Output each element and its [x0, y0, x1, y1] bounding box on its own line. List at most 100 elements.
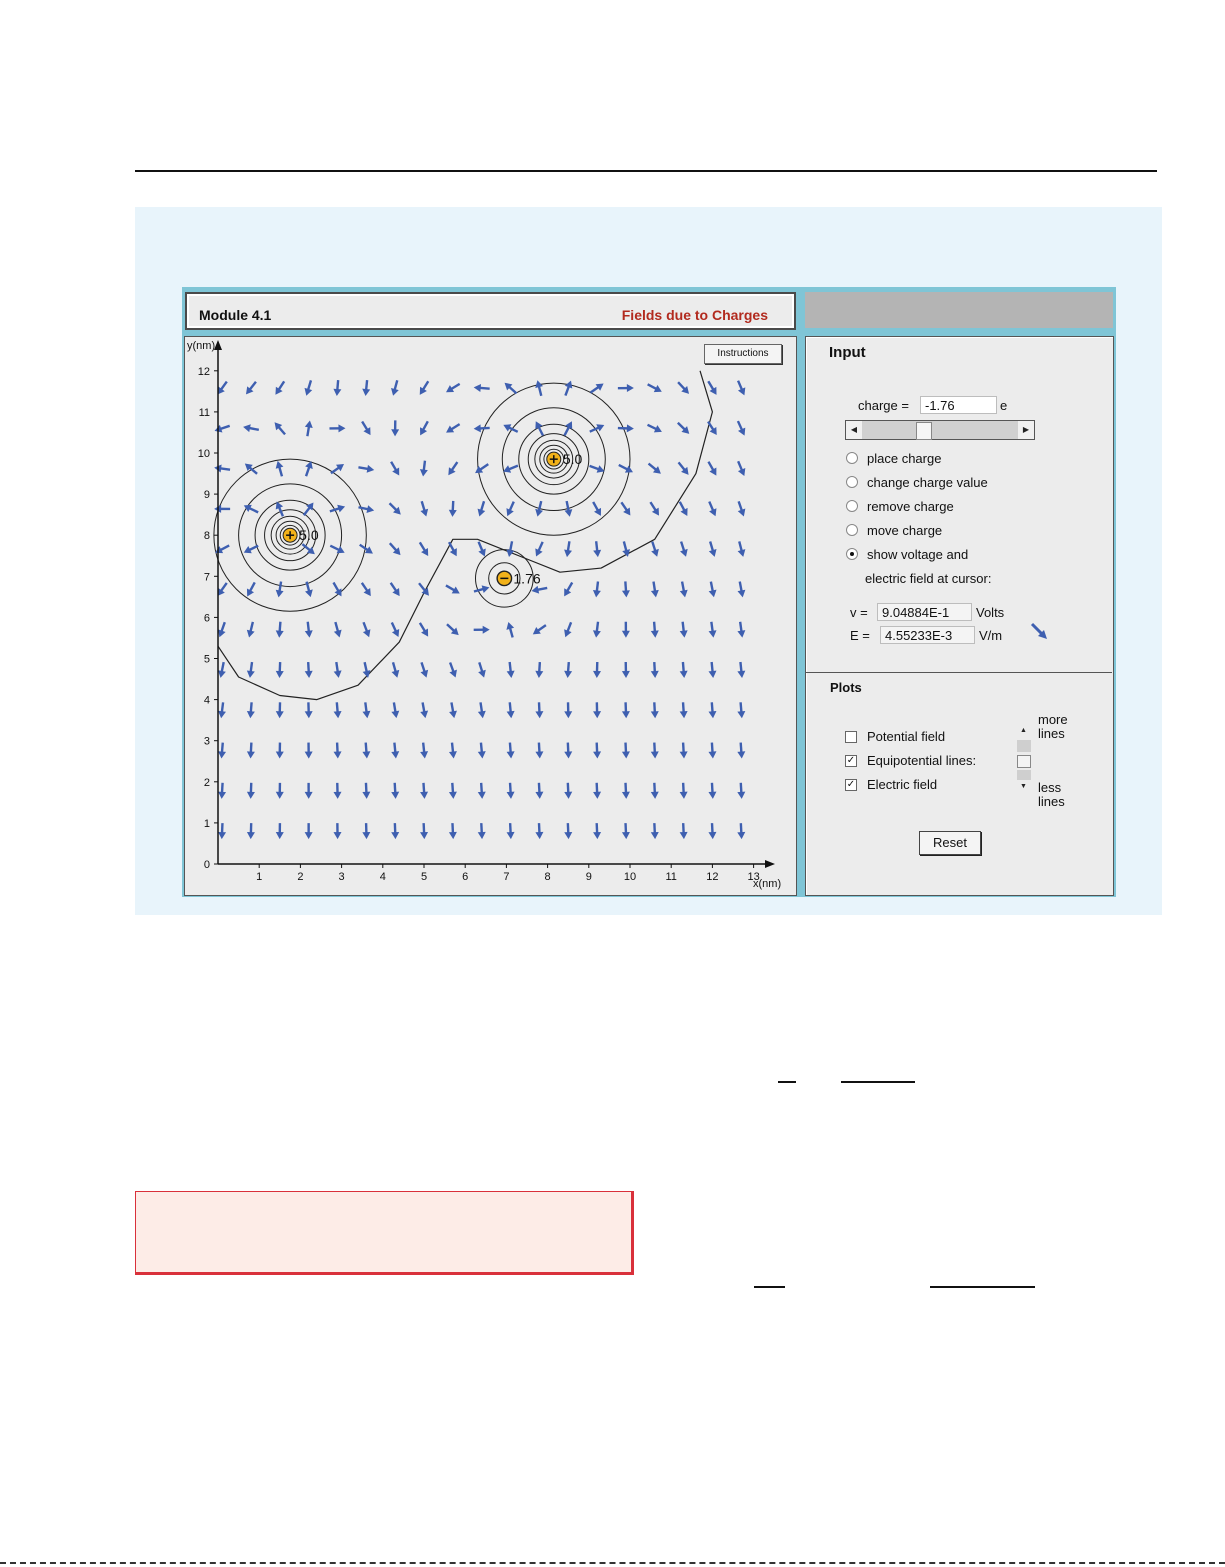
field-arrow: [388, 542, 401, 556]
charge-label: charge =: [858, 398, 909, 413]
field-arrow: [246, 823, 255, 840]
field-arrow: [506, 622, 515, 638]
field-arrow-head: [391, 751, 400, 759]
field-arrow-head: [391, 669, 400, 678]
radio-change-charge-value[interactable]: [846, 476, 858, 488]
field-arrow: [333, 823, 342, 840]
field-arrow: [504, 382, 518, 395]
field-arrow: [737, 823, 746, 840]
radio-remove-charge[interactable]: [846, 500, 858, 512]
field-arrow: [651, 541, 659, 557]
field-arrow: [420, 742, 429, 759]
field-arrow: [388, 502, 401, 515]
option-change-charge-value[interactable]: change charge value: [867, 475, 988, 490]
field-arrow: [477, 823, 486, 840]
field-arrow-head: [564, 831, 573, 840]
field-arrow-head: [477, 791, 486, 799]
field-arrow-head: [481, 585, 490, 594]
checkbox-potential-field[interactable]: [845, 731, 857, 743]
field-arrow-head: [243, 424, 251, 433]
field-arrow-head: [535, 508, 544, 517]
field-arrow: [305, 581, 313, 598]
radio-place-charge[interactable]: [846, 452, 858, 464]
field-arrow: [736, 420, 746, 436]
line-density-scroller[interactable]: ▲ ▼: [1017, 727, 1031, 793]
field-arrow: [477, 500, 486, 517]
field-arrow-head: [564, 509, 573, 517]
checkbox-electric-field[interactable]: ✓: [845, 779, 857, 791]
option-place-charge[interactable]: place charge: [867, 451, 941, 466]
field-arrow-head: [737, 630, 746, 638]
field-arrow: [304, 380, 313, 396]
field-arrow-head: [419, 469, 428, 477]
field-arrow: [564, 702, 573, 719]
field-arrow-head: [275, 711, 284, 719]
field-arrow: [677, 421, 690, 434]
field-arrow-head: [737, 710, 746, 719]
plot-equipotential-lines-label[interactable]: Equipotential lines:: [867, 753, 976, 768]
field-arrow: [333, 782, 342, 799]
field-arrow-head: [420, 710, 429, 719]
field-arrow-head: [275, 670, 284, 679]
charge-slider[interactable]: ◀ ▶: [845, 420, 1035, 440]
option-remove-charge[interactable]: remove charge: [867, 499, 954, 514]
field-arrow-head: [564, 751, 573, 759]
plot-electric-field-label[interactable]: Electric field: [867, 777, 937, 792]
field-arrow: [362, 782, 371, 799]
instructions-button[interactable]: Instructions: [704, 344, 782, 364]
field-arrow: [737, 742, 746, 759]
slider-thumb[interactable]: [916, 422, 933, 440]
field-arrow-head: [708, 670, 717, 678]
field-arrow-head: [420, 751, 429, 759]
field-arrow-head: [275, 630, 284, 638]
field-arrow: [446, 382, 461, 393]
field-arrow-head: [304, 711, 313, 719]
field-arrow-head: [275, 460, 284, 469]
module-title: Fields due to Charges: [621, 307, 768, 323]
x-tick-label: 11: [665, 871, 676, 883]
radio-show-voltage[interactable]: [846, 548, 858, 560]
field-arrow: [679, 823, 688, 840]
field-arrow-head: [593, 711, 602, 719]
field-arrow: [390, 621, 400, 638]
field-arrow-head: [621, 630, 630, 638]
option-show-voltage-continuation: electric field at cursor:: [865, 571, 992, 586]
charge-input[interactable]: -1.76: [920, 396, 997, 414]
field-arrow: [448, 461, 459, 476]
checkbox-equipotential-lines[interactable]: ✓: [845, 755, 857, 767]
field-arrow: [420, 782, 429, 799]
plot-potential-field-label[interactable]: Potential field: [867, 729, 945, 744]
field-arrow: [589, 464, 605, 473]
field-arrow-head: [593, 751, 602, 759]
field-arrow-head: [246, 670, 255, 678]
scroll-up-arrow-icon[interactable]: ▲: [1020, 727, 1027, 734]
field-arrow: [246, 782, 255, 799]
option-show-voltage[interactable]: show voltage and: [867, 547, 968, 562]
radio-move-charge[interactable]: [846, 524, 858, 536]
slider-left-arrow-icon[interactable]: ◀: [846, 421, 862, 439]
option-move-charge[interactable]: move charge: [867, 523, 942, 538]
field-plot-panel[interactable]: 5.0 5.0 1.76 1 2 3 4 5 6 7 8 9 10 11 12 13 0 1 2 3 4 5 6 7 8 9 10…: [184, 336, 797, 896]
field-arrow: [620, 501, 631, 516]
field-plot[interactable]: 5.05.01.76 1 2 3 4 5 6 7 8 9 10 11 12 13012345678910…: [185, 337, 796, 895]
field-arrow-head: [626, 384, 634, 393]
reset-button[interactable]: Reset: [919, 831, 981, 855]
field-arrow-head: [506, 670, 515, 678]
field-arrow: [737, 702, 746, 719]
efield-unit: V/m: [979, 628, 1003, 643]
field-arrow-head: [218, 670, 226, 678]
scroll-thumb[interactable]: [1017, 755, 1031, 768]
field-arrow-head: [679, 831, 688, 840]
field-arrow: [217, 582, 228, 596]
efield-direction-arrow-icon: [1030, 622, 1047, 639]
field-arrow: [447, 541, 457, 557]
field-arrow: [564, 661, 573, 678]
scroll-down-arrow-icon[interactable]: ▼: [1020, 783, 1027, 790]
y-tick-label: 10: [198, 448, 210, 460]
field-arrow: [359, 543, 373, 554]
field-arrow-head: [506, 791, 515, 799]
field-arrow: [275, 702, 284, 719]
field-arrow: [214, 464, 231, 473]
slider-right-arrow-icon[interactable]: ▶: [1018, 421, 1034, 439]
field-arrow: [737, 541, 746, 557]
